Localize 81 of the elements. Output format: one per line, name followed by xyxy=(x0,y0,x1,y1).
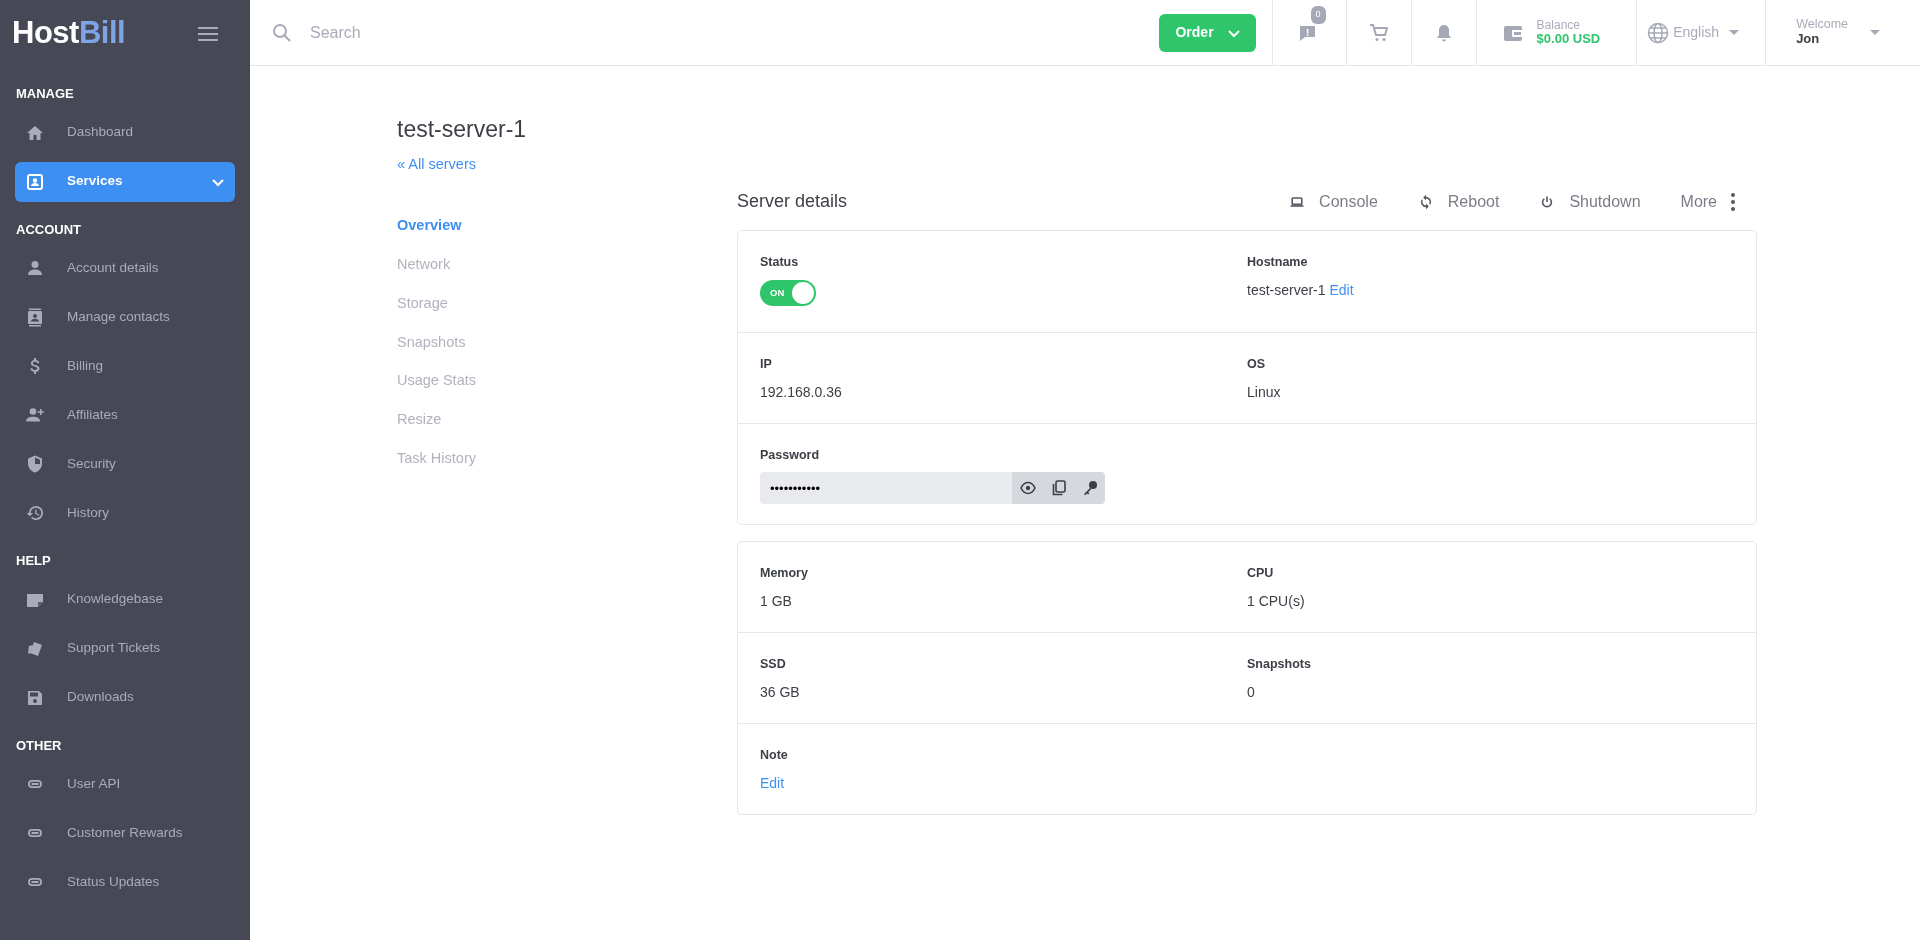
field-label: Note xyxy=(760,746,789,764)
vertical-dots-icon xyxy=(1731,193,1735,211)
person-icon xyxy=(25,258,45,278)
action-button[interactable]: Shutdown xyxy=(1539,190,1641,214)
sidebar-item[interactable]: Manage contacts xyxy=(15,297,235,337)
action-button[interactable]: Reboot xyxy=(1417,190,1500,214)
sidebar-item[interactable]: Downloads xyxy=(15,677,235,718)
subnav-link[interactable]: Usage Stats xyxy=(397,370,737,393)
edit-link[interactable]: Edit xyxy=(1329,281,1354,298)
sidebar-item[interactable]: Security xyxy=(15,444,235,484)
user-name: Jon xyxy=(1796,32,1821,47)
subnav-link[interactable]: Resize xyxy=(397,409,737,431)
sidebar-item[interactable]: Knowledgebase xyxy=(15,579,235,620)
logo[interactable]: HostBill xyxy=(12,9,126,57)
laptop-icon xyxy=(1289,194,1306,210)
field-value: 0 xyxy=(1247,683,1255,700)
language-selector[interactable]: English xyxy=(1647,21,1740,44)
section-heading: MANAGE xyxy=(15,85,75,103)
welcome-label: Welcome xyxy=(1796,18,1848,33)
field-value: 192.168.0.36 xyxy=(760,383,842,400)
sidebar-item[interactable]: Billing xyxy=(15,346,235,386)
edit-link[interactable]: Edit xyxy=(760,774,785,791)
copy-icon xyxy=(1050,480,1067,497)
more-button[interactable]: More xyxy=(1680,190,1735,214)
eye-icon xyxy=(1019,480,1036,497)
shield-icon xyxy=(25,454,45,474)
balance-label: Balance xyxy=(1536,18,1581,32)
caret-down-icon xyxy=(1870,30,1880,35)
back-link[interactable]: « All servers xyxy=(397,153,476,176)
sidebar-item[interactable]: History xyxy=(15,493,235,533)
action-button[interactable]: Console xyxy=(1289,190,1378,214)
user-menu[interactable]: Welcome Jon xyxy=(1796,18,1880,47)
search-icon xyxy=(272,22,292,43)
generate-password-button[interactable] xyxy=(1074,472,1105,505)
field-value: 1 GB xyxy=(760,593,792,609)
field-label: Hostname xyxy=(1247,254,1309,271)
field-label: IP xyxy=(760,355,773,373)
sidebar-item[interactable]: Support Tickets xyxy=(15,628,235,669)
section-heading: OTHER xyxy=(15,736,63,755)
history-icon xyxy=(25,503,45,523)
field-label: Password xyxy=(760,446,821,464)
field-label: SSD xyxy=(760,656,787,673)
field-label: OS xyxy=(1247,355,1267,373)
subnav-link[interactable]: Storage xyxy=(397,292,737,315)
show-password-button[interactable] xyxy=(1012,472,1043,505)
sidebar-item[interactable]: Account details xyxy=(15,248,235,288)
field-value: 1 CPU(s) xyxy=(1247,593,1305,609)
sidebar-item[interactable]: User API xyxy=(15,764,235,804)
sidebar-item[interactable]: Dashboard xyxy=(15,112,235,153)
password-field[interactable]: ••••••••••• xyxy=(760,472,1012,505)
caret-down-icon xyxy=(1729,30,1740,35)
sidebar-item[interactable]: Affiliates xyxy=(15,395,235,435)
page-title: test-server-1 xyxy=(397,116,528,144)
message-count-badge: 0 xyxy=(1310,6,1326,24)
globe-icon xyxy=(1647,21,1670,44)
field-value: test-server-1 xyxy=(1247,281,1326,298)
chevron-down-icon xyxy=(1227,27,1240,38)
sidebar-item[interactable]: Status Updates xyxy=(15,862,235,902)
field-value: Linux xyxy=(1247,383,1281,400)
section-heading: HELP xyxy=(15,552,52,570)
subnav-link[interactable]: Task History xyxy=(397,447,737,470)
subnav-link[interactable]: Overview xyxy=(397,215,737,238)
order-button[interactable]: Order xyxy=(1159,13,1256,52)
sidebar-item[interactable]: Customer Rewards xyxy=(15,813,235,853)
field-label: CPU xyxy=(1247,565,1275,583)
field-label: Memory xyxy=(760,565,809,583)
cart-icon xyxy=(1368,23,1389,44)
person-add-icon xyxy=(25,405,45,425)
field-label: Status xyxy=(760,254,800,271)
section-title: Server details xyxy=(737,191,849,213)
sidebar-item[interactable]: Services xyxy=(15,161,235,202)
field-value: 36 GB xyxy=(760,683,800,700)
status-toggle[interactable]: ON xyxy=(760,279,816,306)
menu-icon xyxy=(198,24,218,43)
balance-amount: $0.00 USD xyxy=(1536,31,1601,47)
id-card-icon xyxy=(25,171,45,192)
subnav-link[interactable]: Snapshots xyxy=(397,331,737,354)
contact-book-icon xyxy=(25,307,45,327)
subnav-link[interactable]: Network xyxy=(397,254,737,276)
section-heading: ACCOUNT xyxy=(15,220,82,239)
field-label: Snapshots xyxy=(1247,656,1312,673)
